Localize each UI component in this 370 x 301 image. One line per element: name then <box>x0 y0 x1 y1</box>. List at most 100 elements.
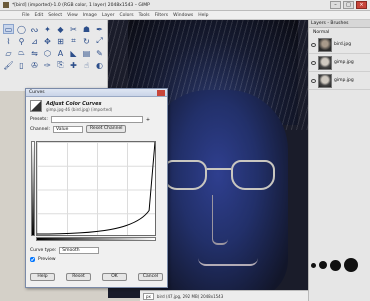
menu-help[interactable]: Help <box>198 13 208 18</box>
curves-graph[interactable] <box>36 141 156 236</box>
layer-row[interactable]: gimp.jpg <box>309 54 370 72</box>
measure-icon[interactable]: ⊿ <box>29 36 40 46</box>
preview-checkbox[interactable] <box>30 257 35 262</box>
menu-layer[interactable]: Layer <box>102 13 115 18</box>
move-icon[interactable]: ✥ <box>42 36 53 46</box>
close-button[interactable]: × <box>356 1 367 9</box>
ok-button[interactable]: OK <box>102 273 127 281</box>
gimp-icon <box>3 2 9 8</box>
cage-icon[interactable]: ⬡ <box>42 48 53 58</box>
smudge-icon[interactable]: ☝ <box>81 60 92 70</box>
help-button[interactable]: Help <box>30 273 55 281</box>
reset-button[interactable]: Reset <box>66 273 91 281</box>
toolbox: ▭ ◯ ᔓ ✦ ◆ ✂ ☗ ✒ ⌇ ⚲ ⊿ ✥ ⊞ ⌗ ↻ ⤢ ▱ ⏢ ⇋ ⬡ A ◣ ▤ ✎ 🖌 ▯ ✇ ✑ ⎘ ✚ ☝ ◐ <box>0 20 108 91</box>
text-icon[interactable]: A <box>55 48 66 58</box>
menu-bar: File Edit Select View Image Layer Colors Tools F… <box>0 11 370 20</box>
shear-icon[interactable]: ▱ <box>3 48 14 58</box>
rect-select-icon[interactable]: ▭ <box>3 24 14 34</box>
foreground-select-icon[interactable]: ☗ <box>81 24 92 34</box>
window-title: *[bird] (imported)-1.0 (RGB color, 1 lay… <box>12 2 150 8</box>
pencil-icon[interactable]: ✎ <box>94 48 105 58</box>
align-icon[interactable]: ⊞ <box>55 36 66 46</box>
brush-medium[interactable] <box>319 261 327 269</box>
menu-file[interactable]: File <box>22 13 30 18</box>
eraser-icon[interactable]: ▯ <box>16 60 27 70</box>
layer-name: gimp.jpg <box>334 78 354 83</box>
presets-label: Presets: <box>30 117 48 122</box>
scale-icon[interactable]: ⤢ <box>94 36 105 46</box>
visibility-eye-icon[interactable] <box>311 78 316 83</box>
menu-filters[interactable]: Filters <box>155 13 169 18</box>
menu-select[interactable]: Select <box>48 13 62 18</box>
brush-small[interactable] <box>311 262 316 268</box>
menu-colors[interactable]: Colors <box>119 13 133 18</box>
menu-tools[interactable]: Tools <box>139 13 150 18</box>
ellipse-select-icon[interactable]: ◯ <box>16 24 27 34</box>
layers-dock: Layers - Brushes Normal bird.jpg gimp.jpg… <box>308 20 370 301</box>
rotate-icon[interactable]: ↻ <box>81 36 92 46</box>
dialog-subheading: gimp.jpg-46 (bird.jpg) (imported) <box>46 106 113 112</box>
layer-row[interactable]: gimp.jpg <box>309 72 370 90</box>
add-preset-icon[interactable]: + <box>146 117 150 123</box>
title-bar: *[bird] (imported)-1.0 (RGB color, 1 lay… <box>0 0 370 11</box>
perspective-icon[interactable]: ⏢ <box>16 48 27 58</box>
select-by-color-icon[interactable]: ◆ <box>55 24 66 34</box>
layer-thumbnail <box>318 37 332 52</box>
curves-icon <box>30 100 42 112</box>
dodge-burn-icon[interactable]: ◐ <box>94 60 105 70</box>
visibility-eye-icon[interactable] <box>311 42 316 47</box>
status-bar: px bird (47.jpg, 292 MB) 2048x1543 <box>140 290 308 301</box>
cancel-button[interactable]: Cancel <box>138 273 163 281</box>
ink-icon[interactable]: ✑ <box>42 60 53 70</box>
nose-shape <box>212 195 228 245</box>
unit-selector[interactable]: px <box>143 292 154 300</box>
mouth-shape <box>198 258 258 266</box>
heal-icon[interactable]: ✚ <box>68 60 79 70</box>
minimize-button[interactable]: – <box>330 1 341 9</box>
glasses-shape <box>163 160 275 192</box>
dock-title: Layers - Brushes <box>309 20 370 28</box>
crop-icon[interactable]: ⌗ <box>68 36 79 46</box>
presets-combo[interactable] <box>50 116 143 123</box>
visibility-eye-icon[interactable] <box>311 60 316 65</box>
brush-presets <box>311 258 358 272</box>
curve-line <box>37 142 155 235</box>
layer-row[interactable]: bird.jpg <box>309 36 370 54</box>
clone-icon[interactable]: ⎘ <box>55 60 66 70</box>
status-message: bird (47.jpg, 292 MB) 2048x1543 <box>156 293 224 299</box>
reset-channel-button[interactable]: Reset Channel <box>86 125 127 133</box>
menu-view[interactable]: View <box>67 13 78 18</box>
brush-large[interactable] <box>330 259 341 271</box>
channel-label: Channel: <box>30 126 50 132</box>
bucket-fill-icon[interactable]: ◣ <box>68 48 79 58</box>
blend-icon[interactable]: ▤ <box>81 48 92 58</box>
airbrush-icon[interactable]: ✇ <box>29 60 40 70</box>
menu-edit[interactable]: Edit <box>35 13 44 18</box>
maximize-button[interactable]: □ <box>343 1 354 9</box>
scissors-icon[interactable]: ✂ <box>68 24 79 34</box>
curve-type-label: Curve type: <box>30 248 57 253</box>
lasso-icon[interactable]: ᔓ <box>29 24 40 34</box>
paths-icon[interactable]: ✒ <box>94 24 105 34</box>
zoom-icon[interactable]: ⚲ <box>16 36 27 46</box>
horizontal-gradient-bar <box>36 237 156 241</box>
dialog-caption: Curves <box>26 89 167 97</box>
layer-thumbnail <box>318 73 332 88</box>
fuzzy-select-icon[interactable]: ✦ <box>42 24 53 34</box>
curve-type-combo[interactable]: Smooth <box>59 247 100 254</box>
curves-dialog: Curves Adjust Color Curves gimp.jpg-46 (… <box>25 88 168 288</box>
channel-combo[interactable]: Value <box>53 125 83 133</box>
mode-label[interactable]: Normal <box>313 30 329 35</box>
dialog-close-button[interactable] <box>157 89 165 96</box>
menu-windows[interactable]: Windows <box>173 13 193 18</box>
vertical-gradient-bar <box>31 141 35 236</box>
preview-label: Preview <box>38 257 56 262</box>
layer-thumbnail <box>318 55 332 70</box>
layer-name: bird.jpg <box>334 42 352 47</box>
brush-xlarge[interactable] <box>344 258 358 272</box>
flip-icon[interactable]: ⇋ <box>29 48 40 58</box>
color-picker-icon[interactable]: ⌇ <box>3 36 14 46</box>
face-region <box>148 90 288 298</box>
paintbrush-icon[interactable]: 🖌 <box>3 60 14 70</box>
menu-image[interactable]: Image <box>83 13 97 18</box>
